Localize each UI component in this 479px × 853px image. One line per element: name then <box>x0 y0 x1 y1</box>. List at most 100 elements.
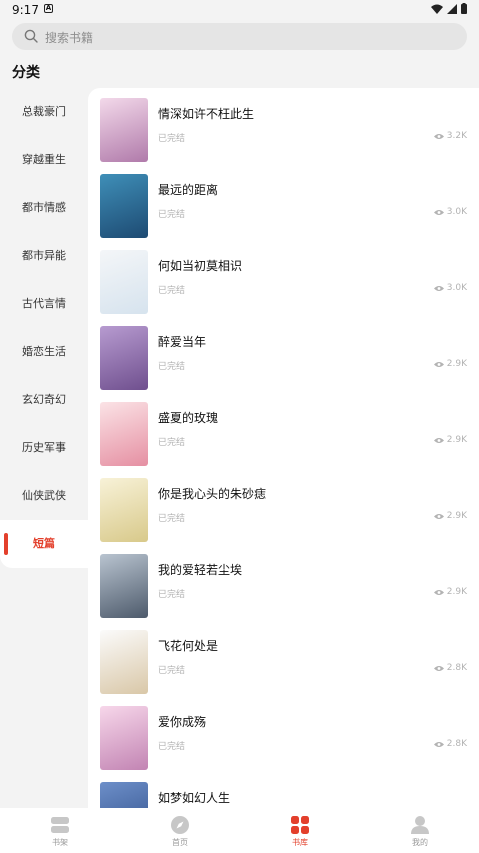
tab-label: 我的 <box>412 838 428 847</box>
book-title: 最远的距离 <box>158 183 219 197</box>
eye-icon <box>433 285 444 291</box>
sidebar-item-short-stories[interactable]: 短篇 <box>0 520 88 568</box>
book-item[interactable]: 飞花何处是 已完结 2.8K <box>88 620 479 696</box>
book-status: 已完结 <box>158 666 186 676</box>
system-icons <box>431 3 467 14</box>
tab-bookshelf[interactable]: 书架 <box>0 808 120 853</box>
book-item[interactable]: 爱你成殇 已完结 2.8K <box>88 696 479 772</box>
book-item[interactable]: 醉爱当年 已完结 2.9K <box>88 316 479 392</box>
sidebar-item-ceo[interactable]: 总裁豪门 <box>0 88 88 136</box>
eye-icon <box>433 437 444 443</box>
sidebar-item-label: 历史军事 <box>22 441 66 454</box>
eye-icon <box>433 513 444 519</box>
view-count-value: 2.9K <box>446 511 467 521</box>
book-cover <box>100 402 148 466</box>
view-count-value: 2.8K <box>446 739 467 749</box>
book-cover <box>100 478 148 542</box>
sidebar-item-label: 婚恋生活 <box>22 345 66 358</box>
user-icon <box>411 816 429 834</box>
view-count: 2.8K <box>433 739 467 749</box>
book-title: 飞花何处是 <box>158 639 219 653</box>
view-count: 2.9K <box>433 435 467 445</box>
sidebar-item-urban-powers[interactable]: 都市异能 <box>0 232 88 280</box>
tab-label: 首页 <box>172 838 188 847</box>
book-status: 已完结 <box>158 590 186 600</box>
eye-icon <box>433 209 444 215</box>
book-cover <box>100 174 148 238</box>
status-bar: 9:17 A <box>0 0 479 20</box>
sidebar-item-time-travel[interactable]: 穿越重生 <box>0 136 88 184</box>
view-count-value: 3.2K <box>446 131 467 141</box>
book-item[interactable]: 你是我心头的朱砂痣 已完结 2.9K <box>88 468 479 544</box>
grid-icon <box>291 816 309 834</box>
sidebar-item-label: 古代言情 <box>22 297 66 310</box>
book-cover <box>100 630 148 694</box>
sidebar-item-marriage[interactable]: 婚恋生活 <box>0 328 88 376</box>
book-cover <box>100 98 148 162</box>
sidebar-item-fantasy[interactable]: 玄幻奇幻 <box>0 376 88 424</box>
clock: 9:17 <box>12 3 39 17</box>
eye-icon <box>433 589 444 595</box>
view-count: 3.0K <box>433 283 467 293</box>
bottom-tab-bar: 书架 首页 书库 我的 <box>0 808 479 853</box>
view-count: 2.8K <box>433 663 467 673</box>
book-item[interactable]: 如梦如幻人生 <box>88 772 479 808</box>
book-item[interactable]: 何如当初莫相识 已完结 3.0K <box>88 240 479 316</box>
view-count: 2.9K <box>433 587 467 597</box>
view-count-value: 3.0K <box>446 283 467 293</box>
bookshelf-icon <box>51 817 69 833</box>
book-status: 已完结 <box>158 362 186 372</box>
book-item[interactable]: 情深如许不枉此生 已完结 3.2K <box>88 88 479 164</box>
book-title: 爱你成殇 <box>158 715 207 729</box>
page-title: 分类 <box>12 65 40 81</box>
book-status: 已完结 <box>158 134 186 144</box>
book-title: 你是我心头的朱砂痣 <box>158 487 267 501</box>
eye-icon <box>433 741 444 747</box>
eye-icon <box>433 133 444 139</box>
book-title: 盛夏的玫瑰 <box>158 411 219 425</box>
book-title: 我的爱轻若尘埃 <box>158 563 243 577</box>
book-cover <box>100 326 148 390</box>
wifi-icon <box>431 4 443 14</box>
sidebar-item-label: 穿越重生 <box>22 153 66 166</box>
sidebar-item-ancient-romance[interactable]: 古代言情 <box>0 280 88 328</box>
view-count-value: 2.8K <box>446 663 467 673</box>
book-cover <box>100 782 148 808</box>
book-status: 已完结 <box>158 286 186 296</box>
compass-icon <box>171 816 189 834</box>
view-count: 2.9K <box>433 511 467 521</box>
book-cover <box>100 250 148 314</box>
book-title: 情深如许不枉此生 <box>158 107 255 121</box>
view-count: 3.0K <box>433 207 467 217</box>
view-count-value: 3.0K <box>446 207 467 217</box>
view-count-value: 2.9K <box>446 435 467 445</box>
eye-icon <box>433 665 444 671</box>
category-sidebar: 总裁豪门 穿越重生 都市情感 都市异能 古代言情 婚恋生活 玄幻奇幻 历史军事 … <box>0 88 88 568</box>
search-placeholder: 搜索书籍 <box>45 31 94 45</box>
tab-profile[interactable]: 我的 <box>360 808 479 853</box>
sidebar-item-label: 仙侠武侠 <box>22 489 66 502</box>
sidebar-item-history-military[interactable]: 历史军事 <box>0 424 88 472</box>
book-item[interactable]: 最远的距离 已完结 3.0K <box>88 164 479 240</box>
sidebar-item-label: 短篇 <box>33 537 55 550</box>
book-cover <box>100 554 148 618</box>
search-bar[interactable]: 搜索书籍 <box>12 23 467 50</box>
tab-library[interactable]: 书库 <box>240 808 360 853</box>
view-count: 3.2K <box>433 131 467 141</box>
book-cover <box>100 706 148 770</box>
book-item[interactable]: 盛夏的玫瑰 已完结 2.9K <box>88 392 479 468</box>
book-status: 已完结 <box>158 742 186 752</box>
book-status: 已完结 <box>158 438 186 448</box>
sidebar-item-label: 都市异能 <box>22 249 66 262</box>
tab-home[interactable]: 首页 <box>120 808 240 853</box>
notification-icon: A <box>44 4 53 13</box>
tab-label: 书架 <box>52 838 68 847</box>
view-count-value: 2.9K <box>446 587 467 597</box>
view-count-value: 2.9K <box>446 359 467 369</box>
sidebar-item-urban-romance[interactable]: 都市情感 <box>0 184 88 232</box>
book-item[interactable]: 我的爱轻若尘埃 已完结 2.9K <box>88 544 479 620</box>
book-list: 情深如许不枉此生 已完结 3.2K 最远的距离 已完结 3.0K 何如当初莫相识… <box>88 88 479 808</box>
sidebar-item-xianxia[interactable]: 仙侠武侠 <box>0 472 88 520</box>
search-icon <box>24 29 38 43</box>
sidebar-item-label: 都市情感 <box>22 201 66 214</box>
